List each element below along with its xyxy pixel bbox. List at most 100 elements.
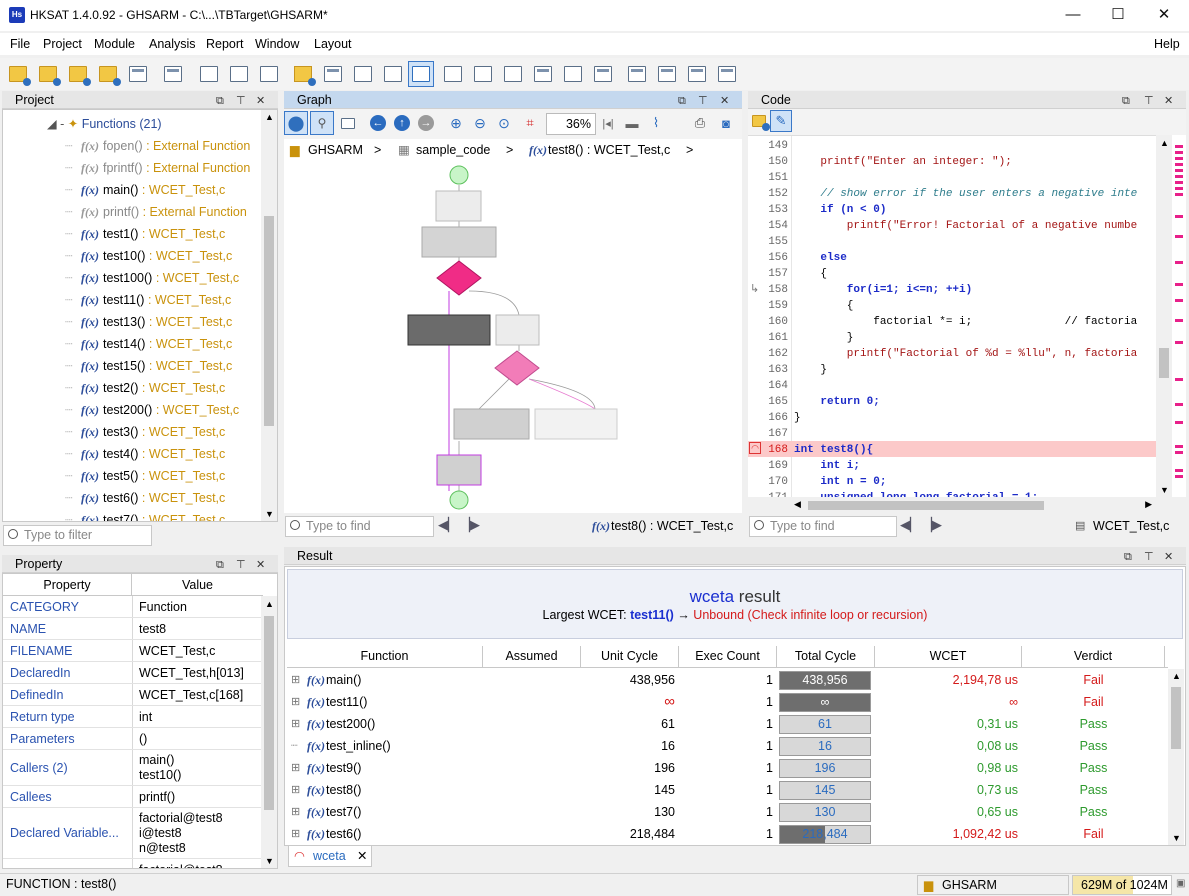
cfg-block[interactable] — [534, 408, 618, 440]
code-find-input[interactable]: Type to find — [749, 516, 897, 537]
menu-window[interactable]: Window — [255, 37, 299, 51]
list-view-icon[interactable] — [530, 61, 556, 87]
forward-icon[interactable]: → — [414, 111, 438, 135]
find-next-icon[interactable]: ▕▶ — [460, 517, 480, 533]
property-row[interactable]: DefinedIn WCET_Test,c[168] — [3, 684, 263, 706]
menu-report[interactable]: Report — [206, 37, 244, 51]
memory-usage[interactable]: 629M of 1024M — [1072, 875, 1172, 895]
up-icon[interactable]: ↑ — [390, 111, 414, 135]
zoom-slider-icon[interactable]: |◂| — [596, 111, 620, 135]
tree-group-functions[interactable]: ◢ - ✦ Functions (21) — [47, 113, 277, 135]
search-view-icon[interactable] — [500, 61, 526, 87]
breadcrumb-project[interactable]: GHSARM — [308, 139, 363, 161]
edit-icon[interactable]: ✎ — [770, 110, 792, 132]
float-icon[interactable]: ⧉ — [216, 92, 224, 110]
expand-icon[interactable]: ⊞ — [291, 757, 300, 779]
pin-icon[interactable]: ⊤ — [236, 92, 246, 110]
tree-function-item[interactable]: ┈ f(x) test7() : WCET_Test,c — [65, 509, 277, 521]
layout-4-icon[interactable] — [714, 61, 740, 87]
result-row[interactable]: ⊞ f(x) test11() ∞ 1 ∞ ∞ Fail — [287, 691, 1168, 713]
property-row[interactable]: Callees printf() — [3, 786, 263, 808]
tree-function-item[interactable]: ┈ f(x) test5() : WCET_Test,c — [65, 465, 277, 487]
scroll-right-icon[interactable]: ▶ — [1145, 499, 1152, 510]
property-row[interactable]: DeclaredIn WCET_Test,h[013] — [3, 662, 263, 684]
close-icon[interactable]: ✕ — [256, 92, 265, 110]
cfg-block[interactable] — [421, 226, 497, 258]
analyze-settings-icon[interactable] — [226, 61, 252, 87]
zoom-select-icon[interactable]: ⚲ — [310, 111, 334, 135]
col-assumed[interactable]: Assumed — [483, 646, 581, 667]
scroll-down-icon[interactable]: ▼ — [265, 509, 274, 519]
print-icon[interactable]: ⎙ — [688, 111, 712, 135]
project-scrollbar[interactable]: ▲ ▼ — [261, 110, 277, 521]
fit-view-icon[interactable] — [336, 111, 360, 135]
property-row[interactable]: Declared Variable... factorial@test8 i@te… — [3, 808, 263, 859]
property-col-header[interactable]: Property — [3, 574, 132, 596]
zoom-reset-icon[interactable]: ⊙ — [492, 111, 516, 135]
tree-function-item[interactable]: ┈ f(x) test11() : WCET_Test,c — [65, 289, 277, 311]
start-node[interactable] — [449, 165, 469, 185]
tree-function-item[interactable]: ┈ f(x) main() : WCET_Test,c — [65, 179, 277, 201]
property-view-icon[interactable] — [320, 61, 346, 87]
cfg-block-selected[interactable] — [407, 314, 491, 346]
find-prev-icon[interactable]: ◀▏ — [438, 517, 458, 533]
layout-3-icon[interactable] — [684, 61, 710, 87]
expand-icon[interactable]: ⊞ — [291, 801, 300, 823]
largest-wcet-function-link[interactable]: test11() — [630, 608, 674, 622]
layout-1-icon[interactable] — [624, 61, 650, 87]
tree-function-item[interactable]: ┈ f(x) test6() : WCET_Test,c — [65, 487, 277, 509]
pin-icon[interactable]: ⊤ — [236, 556, 246, 574]
property-row[interactable]: NAME test8 — [3, 618, 263, 640]
pin-icon[interactable]: ⊤ — [1144, 92, 1154, 110]
property-row[interactable]: CATEGORY Function — [3, 596, 263, 618]
pin-icon[interactable]: ⊤ — [698, 92, 708, 110]
code-editor[interactable]: ↳ ◠ 149 150 printf("Enter an integer: ");… — [748, 135, 1156, 497]
memory-view-icon[interactable] — [590, 61, 616, 87]
find-next-icon[interactable]: ▕▶ — [922, 517, 942, 533]
tree-function-item[interactable]: ┈ f(x) test1() : WCET_Test,c — [65, 223, 277, 245]
close-icon[interactable]: ✕ — [1164, 92, 1173, 110]
menu-module[interactable]: Module — [94, 37, 135, 51]
collapse-icon[interactable]: ◢ - — [47, 117, 64, 131]
add-module-icon[interactable] — [160, 61, 186, 87]
zoom-level-input[interactable]: 36% — [546, 113, 596, 135]
cfg-block[interactable] — [453, 408, 530, 440]
breadcrumb-module[interactable]: sample_code — [416, 139, 490, 161]
scroll-thumb[interactable] — [264, 616, 274, 810]
expand-icon[interactable]: ⊞ — [291, 691, 300, 713]
tree-function-item[interactable]: ┈ f(x) test13() : WCET_Test,c — [65, 311, 277, 333]
zoom-out-icon[interactable]: ⊖ — [468, 111, 492, 135]
analyze-icon[interactable] — [196, 61, 222, 87]
back-icon[interactable]: ← — [366, 111, 390, 135]
new-project-icon[interactable] — [5, 61, 31, 87]
expand-icon[interactable]: ⊞ — [291, 779, 300, 801]
property-row[interactable]: FILENAME WCET_Test,c — [3, 640, 263, 662]
scroll-up-icon[interactable]: ▲ — [265, 599, 274, 609]
close-tab-icon[interactable]: ✕ — [357, 846, 367, 866]
tree-function-item[interactable]: ┈ f(x) test14() : WCET_Test,c — [65, 333, 277, 355]
col-function[interactable]: Function — [287, 646, 483, 667]
menu-layout[interactable]: Layout — [314, 37, 352, 51]
scroll-thumb[interactable] — [264, 216, 274, 426]
property-row[interactable]: Parameters () — [3, 728, 263, 750]
scroll-up-icon[interactable]: ▲ — [265, 112, 274, 122]
result-row[interactable]: ┈ f(x) test_inline() 16 1 16 0,08 us Pass — [287, 735, 1168, 757]
scroll-thumb[interactable] — [1159, 348, 1169, 378]
col-exec-count[interactable]: Exec Count — [679, 646, 777, 667]
tree-function-item[interactable]: ┈ f(x) test2() : WCET_Test,c — [65, 377, 277, 399]
property-scrollbar[interactable]: ▲ ▼ — [261, 596, 277, 868]
col-total-cycle[interactable]: Total Cycle — [777, 646, 875, 667]
scroll-down-icon[interactable]: ▼ — [265, 856, 274, 866]
locate-icon[interactable]: ⬤ — [284, 111, 308, 135]
property-row[interactable]: Callers (2) main() test10() — [3, 750, 263, 786]
result-row[interactable]: ⊞ f(x) test200() 61 1 61 0,31 us Pass — [287, 713, 1168, 735]
project-filter-input[interactable]: Type to filter — [3, 525, 152, 546]
graph-view-icon[interactable] — [408, 61, 434, 87]
expand-icon[interactable]: ⊞ — [291, 823, 300, 845]
tree-function-item[interactable]: ┈ f(x) fopen() : External Function — [65, 135, 277, 157]
float-icon[interactable]: ⧉ — [678, 92, 686, 110]
scroll-up-icon[interactable]: ▲ — [1160, 138, 1169, 148]
gc-icon[interactable]: ▣ — [1176, 878, 1185, 889]
property-row[interactable]: Return type int — [3, 706, 263, 728]
scroll-down-icon[interactable]: ▼ — [1172, 833, 1181, 843]
